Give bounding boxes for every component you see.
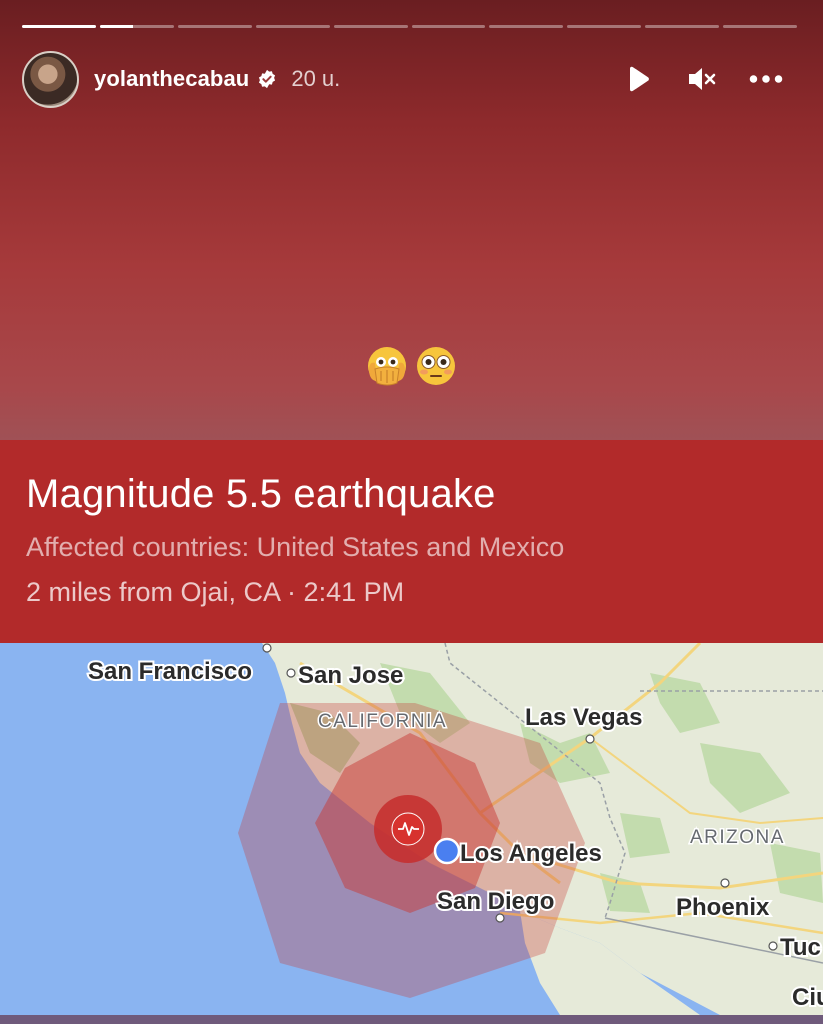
earthquake-alert-card[interactable]: Magnitude 5.5 earthquake Affected countr… — [0, 440, 823, 643]
map-label-san-jose: San Jose — [298, 662, 403, 689]
mute-icon — [689, 68, 716, 90]
face-with-hand-over-mouth-icon — [368, 347, 407, 386]
bottom-strip — [0, 1015, 823, 1024]
map-label-phoenix: Phoenix — [676, 894, 770, 921]
avatar[interactable] — [22, 50, 79, 108]
play-button[interactable] — [621, 62, 655, 96]
emoji-sticker — [0, 345, 823, 394]
story-progress-segment — [99, 25, 174, 28]
story-progress-segment — [567, 25, 642, 28]
mute-button[interactable] — [685, 62, 719, 96]
post-time: 20 u. — [291, 66, 341, 91]
map-label-ciudad: Ciu — [792, 984, 823, 1011]
alert-affected-countries: Affected countries: United States and Me… — [26, 532, 565, 562]
story-progress-segment — [645, 25, 720, 28]
story-progress-segment — [22, 25, 96, 28]
username[interactable]: yolanthecabau — [94, 66, 249, 92]
play-icon — [630, 66, 649, 92]
story-viewer[interactable]: yolanthecabau 20 u. Magnitude 5.5 earthq… — [0, 0, 823, 1024]
map-label-san-diego: San Diego — [437, 888, 554, 915]
map-label-las-vegas: Las Vegas — [525, 704, 642, 731]
story-progress-segment — [723, 25, 798, 28]
map-canvas: San Francisco San Jose Las Vegas Los Ang… — [0, 643, 823, 1015]
more-icon — [749, 75, 783, 83]
more-options-button[interactable] — [749, 62, 783, 96]
map-label-san-francisco: San Francisco — [88, 658, 252, 685]
flushed-face-icon — [416, 347, 455, 385]
alert-location-time: 2 miles from Ojai, CA · 2:41 PM — [26, 577, 405, 607]
story-header: yolanthecabau 20 u. — [22, 50, 783, 108]
story-progress-segment — [333, 25, 408, 28]
story-progress-segment — [489, 25, 564, 28]
story-progress-segment — [411, 25, 486, 28]
earthquake-map[interactable]: San Francisco San Jose Las Vegas Los Ang… — [0, 643, 823, 1015]
user-location-marker — [433, 837, 461, 865]
story-progress-segment — [177, 25, 252, 28]
map-label-arizona: ARIZONA — [690, 827, 785, 848]
map-label-tucson: Tuc — [780, 934, 821, 961]
story-progress-segment — [255, 25, 330, 28]
story-progress-bar — [22, 25, 798, 29]
map-label-california: CALIFORNIA — [318, 711, 447, 732]
verified-badge-icon — [259, 69, 276, 89]
story-controls — [621, 62, 783, 96]
alert-title: Magnitude 5.5 earthquake — [26, 472, 496, 516]
map-label-los-angeles: Los Angeles — [460, 840, 602, 867]
